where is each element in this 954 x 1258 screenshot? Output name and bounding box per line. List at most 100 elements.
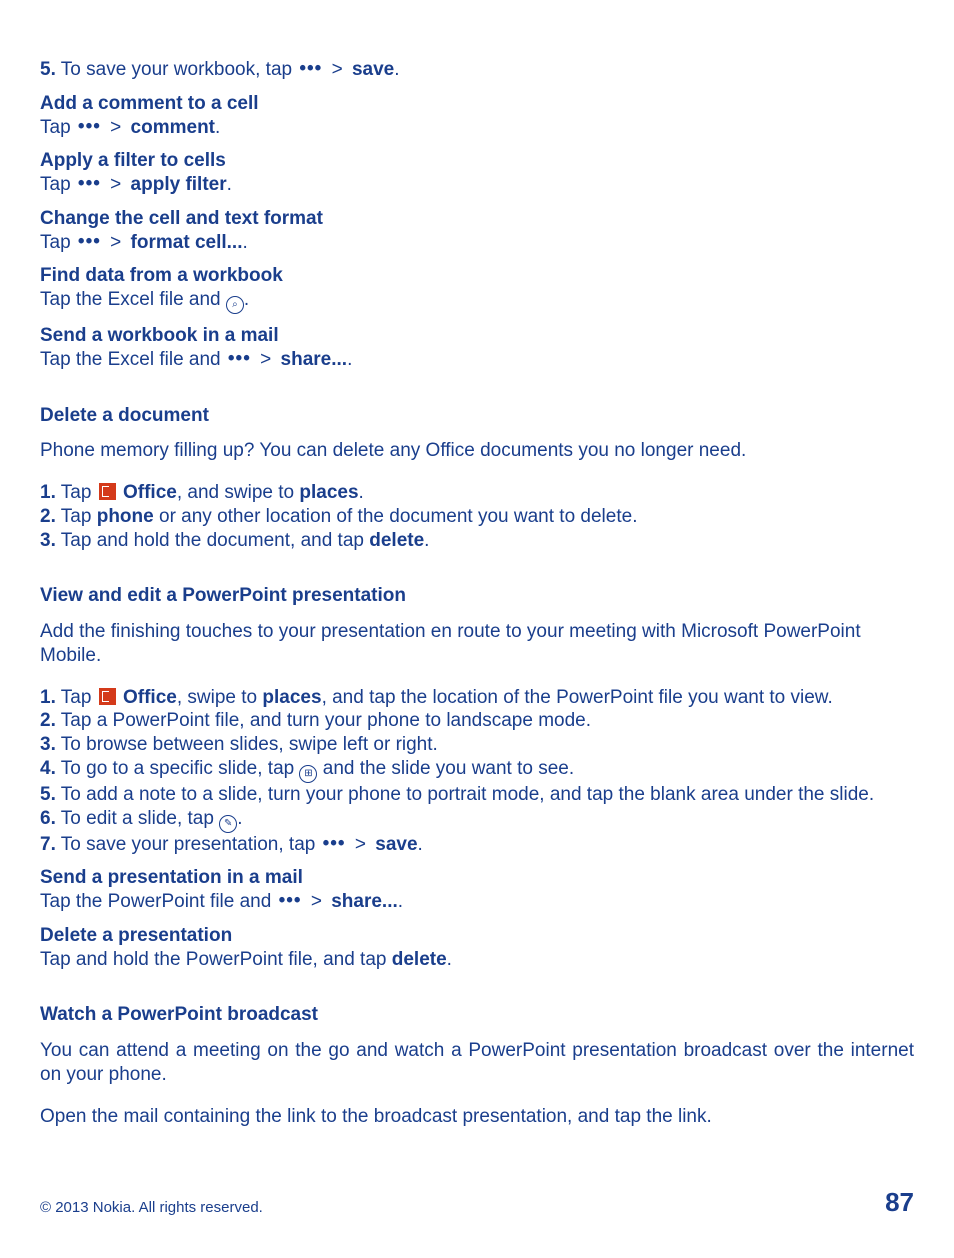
intro-delete-document: Phone memory filling up? You can delete … [40,439,914,463]
office-icon [99,688,116,705]
step-ppt-2: 2. Tap a PowerPoint file, and turn your … [40,709,914,733]
separator: > [253,349,281,370]
instruction-send-ppt: Tap the PowerPoint file and ••• > share.… [40,890,914,914]
menu-item: format cell... [131,232,243,253]
page-number: 87 [885,1186,914,1219]
step-number: 4. [40,758,56,779]
step-ppt-3: 3. To browse between slides, swipe left … [40,733,914,757]
text: To add a note to a slide, turn your phon… [56,784,874,805]
separator: > [103,232,131,253]
step-delete-3: 3. Tap and hold the document, and tap de… [40,529,914,553]
text: To save your workbook, tap [56,59,298,80]
text: Tap and hold the document, and tap [56,530,369,551]
text: . [215,117,220,138]
office-icon [99,483,116,500]
copyright-text: © 2013 Nokia. All rights reserved. [40,1199,263,1218]
edit-icon: ✎ [219,815,237,833]
heading-apply-filter: Apply a filter to cells [40,149,914,173]
more-dots-icon: ••• [226,347,253,371]
step-number: 3. [40,530,56,551]
separator: > [324,59,352,80]
heading-send-workbook: Send a workbook in a mail [40,324,914,348]
step-number: 2. [40,506,56,527]
step-save-workbook: 5. To save your workbook, tap ••• > save… [40,58,914,82]
text: Tap a PowerPoint file, and turn your pho… [56,710,591,731]
step-number: 1. [40,687,56,708]
section-watch-broadcast: Watch a PowerPoint broadcast [40,1003,914,1027]
more-dots-icon: ••• [321,832,348,856]
instruction-find-data: Tap the Excel file and ⌕. [40,288,914,314]
menu-item: share... [281,349,348,370]
broadcast-p2: Open the mail containing the link to the… [40,1105,914,1129]
text: and the slide you want to see. [317,758,574,779]
text: Tap [56,506,97,527]
separator: > [348,834,376,855]
menu-item: phone [97,506,154,527]
more-dots-icon: ••• [277,889,304,913]
broadcast-p1: You can attend a meeting on the go and w… [40,1039,914,1087]
text: . [347,349,352,370]
text: . [242,232,247,253]
text: Tap the Excel file and [40,349,226,370]
text: or any other location of the document yo… [154,506,638,527]
menu-item: delete [392,949,447,970]
text: Tap [40,174,76,195]
step-delete-2: 2. Tap phone or any other location of th… [40,505,914,529]
text: Tap [56,482,97,503]
search-icon: ⌕ [226,296,244,314]
text: . [359,482,364,503]
menu-item: comment [131,117,215,138]
slides-icon: ⊞ [299,765,317,783]
step-number: 5. [40,59,56,80]
intro-view-edit-ppt: Add the finishing touches to your presen… [40,620,914,668]
separator: > [103,117,131,138]
step-ppt-1: 1. Tap Office, swipe to places, and tap … [40,686,914,710]
step-delete-1: 1. Tap Office, and swipe to places. [40,481,914,505]
separator: > [304,891,332,912]
text: Tap the Excel file and [40,289,226,310]
text: . [424,530,429,551]
app-name: Office [123,687,177,708]
instruction-delete-ppt: Tap and hold the PowerPoint file, and ta… [40,948,914,972]
text: Tap [56,687,97,708]
text: To browse between slides, swipe left or … [56,734,438,755]
more-dots-icon: ••• [76,115,103,139]
page-footer: © 2013 Nokia. All rights reserved. 87 [40,1186,914,1219]
step-ppt-6: 6. To edit a slide, tap ✎. [40,807,914,833]
text: , and tap the location of the PowerPoint… [322,687,833,708]
instruction-add-comment: Tap ••• > comment. [40,116,914,140]
menu-item: save [375,834,417,855]
heading-format-cell: Change the cell and text format [40,207,914,231]
page-content: 5. To save your workbook, tap ••• > save… [0,0,954,1128]
app-name: Office [123,482,177,503]
step-ppt-7: 7. To save your presentation, tap ••• > … [40,833,914,857]
text: . [237,808,242,829]
heading-add-comment: Add a comment to a cell [40,92,914,116]
text: , and swipe to [177,482,300,503]
text: . [227,174,232,195]
more-dots-icon: ••• [297,57,324,81]
menu-item: save [352,59,394,80]
text: . [244,289,249,310]
text: To go to a specific slide, tap [56,758,300,779]
heading-find-data: Find data from a workbook [40,264,914,288]
menu-item: share... [331,891,398,912]
step-ppt-5: 5. To add a note to a slide, turn your p… [40,783,914,807]
text: Tap [40,232,76,253]
more-dots-icon: ••• [76,172,103,196]
instruction-format-cell: Tap ••• > format cell.... [40,231,914,255]
step-number: 6. [40,808,56,829]
step-number: 7. [40,834,56,855]
text: . [447,949,452,970]
menu-item: places [299,482,358,503]
step-number: 5. [40,784,56,805]
step-number: 3. [40,734,56,755]
text: . [394,59,399,80]
instruction-apply-filter: Tap ••• > apply filter. [40,173,914,197]
separator: > [103,174,131,195]
step-number: 2. [40,710,56,731]
menu-item: apply filter [131,174,227,195]
menu-item: places [262,687,321,708]
section-delete-document: Delete a document [40,404,914,428]
text: Tap [40,117,76,138]
